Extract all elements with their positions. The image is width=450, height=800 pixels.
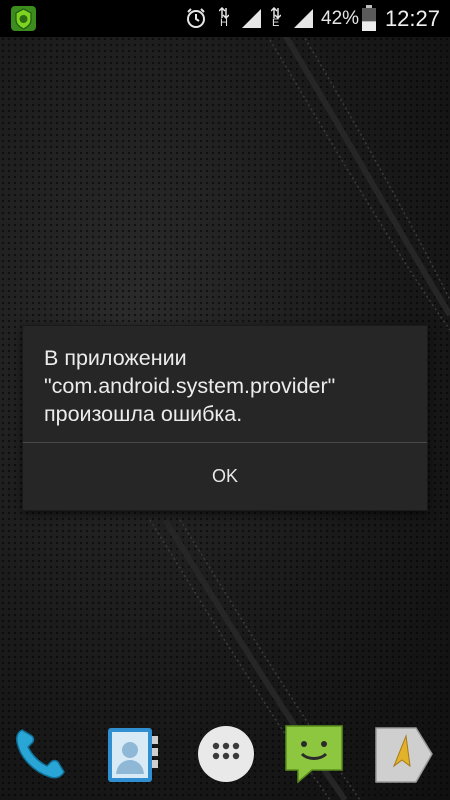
- app-drawer-icon[interactable]: [194, 722, 258, 786]
- clock: 12:27: [384, 6, 440, 31]
- ok-button[interactable]: OK: [23, 443, 427, 510]
- battery-icon: [362, 5, 376, 36]
- alarm-icon: [185, 7, 207, 34]
- error-dialog: В приложении "com.android.system.provide…: [23, 326, 427, 510]
- signal-icon: [292, 7, 314, 34]
- messages-icon[interactable]: [282, 722, 346, 786]
- status-bar: H E 42% 12:27: [0, 0, 450, 37]
- security-app-icon[interactable]: [10, 5, 37, 32]
- contacts-icon[interactable]: [100, 722, 164, 786]
- navigation-icon[interactable]: [372, 722, 436, 786]
- dialog-message: В приложении "com.android.system.provide…: [44, 346, 336, 426]
- signal-icon: [240, 7, 262, 34]
- battery-percent: 42%: [321, 8, 360, 29]
- phone-icon[interactable]: [8, 722, 72, 786]
- network-type-label: H: [220, 17, 228, 29]
- network-type-label: E: [272, 17, 280, 29]
